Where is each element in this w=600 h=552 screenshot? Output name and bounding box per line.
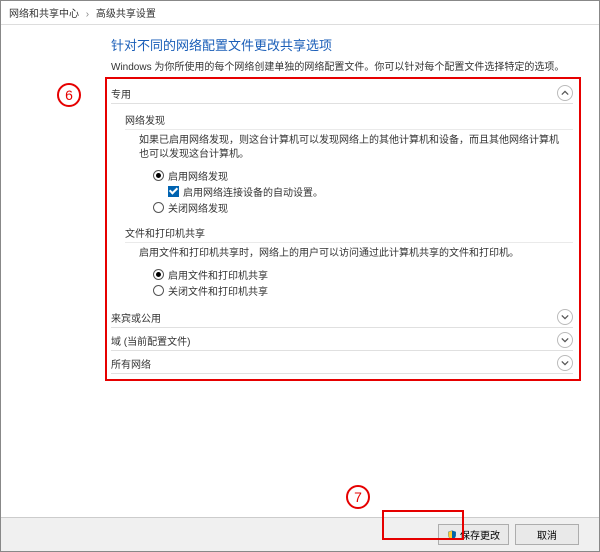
radio-sharing-off[interactable] — [153, 285, 164, 296]
profile-domain-header[interactable]: 域 (当前配置文件) — [111, 328, 573, 350]
annotation-number-7: 7 — [346, 485, 370, 509]
shield-icon — [447, 530, 457, 540]
chevron-down-icon — [557, 332, 573, 348]
chevron-up-icon — [557, 85, 573, 101]
breadcrumb: 网络和共享中心 › 高级共享设置 — [1, 1, 599, 25]
network-discovery-title: 网络发现 — [125, 112, 573, 127]
chevron-down-icon — [557, 309, 573, 325]
breadcrumb-root[interactable]: 网络和共享中心 — [9, 9, 79, 20]
profile-guest-title: 来宾或公用 — [111, 310, 161, 325]
radio-sharing-on-label: 启用文件和打印机共享 — [168, 267, 268, 282]
divider — [125, 242, 573, 243]
save-button[interactable]: 保存更改 — [438, 524, 509, 545]
radio-sharing-on[interactable] — [153, 269, 164, 280]
radio-sharing-off-label: 关闭文件和打印机共享 — [168, 283, 268, 298]
file-sharing-desc: 启用文件和打印机共享时，网络上的用户可以访问通过此计算机共享的文件和打印机。 — [139, 247, 559, 261]
profile-all-header[interactable]: 所有网络 — [111, 351, 573, 373]
breadcrumb-separator: › — [86, 9, 89, 20]
checkbox-auto-setup-label: 启用网络连接设备的自动设置。 — [183, 184, 323, 199]
radio-discovery-on-label: 启用网络发现 — [168, 168, 228, 183]
divider — [125, 129, 573, 130]
cancel-button[interactable]: 取消 — [515, 524, 579, 545]
divider — [111, 373, 573, 374]
chevron-down-icon — [557, 355, 573, 371]
profile-domain-title: 域 (当前配置文件) — [111, 333, 190, 348]
profile-all-title: 所有网络 — [111, 356, 151, 371]
save-button-label: 保存更改 — [460, 527, 500, 542]
radio-discovery-on[interactable] — [153, 170, 164, 181]
file-sharing-title: 文件和打印机共享 — [125, 225, 573, 240]
footer-bar: 保存更改 取消 — [1, 517, 599, 551]
radio-discovery-off-label: 关闭网络发现 — [168, 200, 228, 215]
radio-discovery-off[interactable] — [153, 202, 164, 213]
annotation-number-6: 6 — [57, 83, 81, 107]
profile-private-header[interactable]: 专用 — [111, 81, 573, 103]
profile-private-title: 专用 — [111, 86, 131, 101]
profile-guest-header[interactable]: 来宾或公用 — [111, 305, 573, 327]
checkbox-auto-setup[interactable] — [168, 186, 179, 197]
page-title: 针对不同的网络配置文件更改共享选项 — [111, 35, 599, 54]
page-description: Windows 为你所使用的每个网络创建单独的网络配置文件。你可以针对每个配置文… — [111, 58, 599, 73]
cancel-button-label: 取消 — [537, 527, 557, 542]
breadcrumb-current: 高级共享设置 — [96, 9, 156, 20]
network-discovery-desc: 如果已启用网络发现，则这台计算机可以发现网络上的其他计算机和设备，而且其他网络计… — [139, 134, 559, 162]
